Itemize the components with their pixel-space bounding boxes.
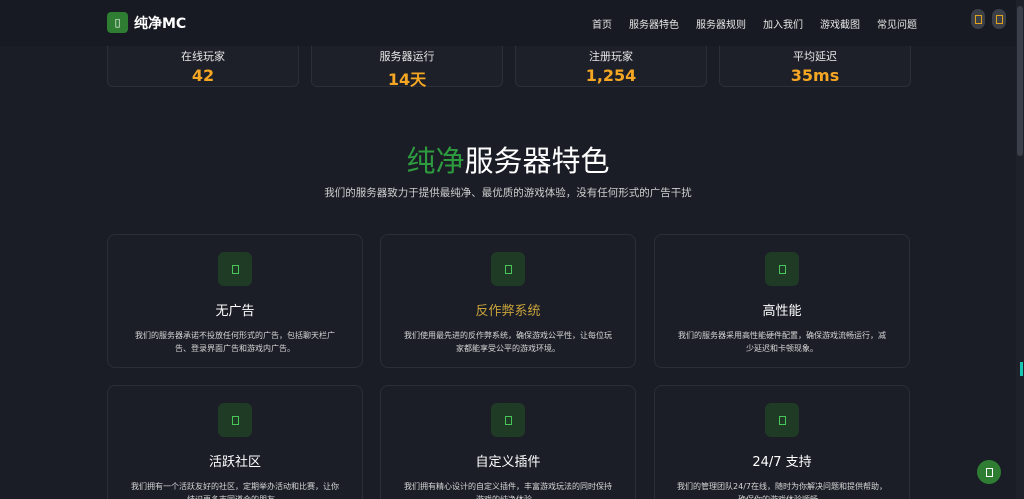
- stat-label: 服务器运行: [379, 50, 435, 63]
- feature-card-performance: 高性能 我们的服务器采用高性能硬件配置，确保游戏流畅运行，减少延迟和卡顿现象。: [654, 234, 910, 368]
- feature-card-community: 活跃社区 我们拥有一个活跃友好的社区，定期举办活动和比赛，让你结识更多志同道合的…: [107, 385, 363, 499]
- support-icon: [765, 403, 799, 437]
- feature-desc: 我们的服务器采用高性能硬件配置，确保游戏流畅运行，减少延迟和卡顿现象。: [678, 331, 886, 353]
- stat-label: 在线玩家: [181, 50, 225, 63]
- nav-link-rules[interactable]: 服务器规则: [696, 16, 746, 31]
- feature-desc: 我们的管理团队24/7在线，随时为你解决问题和提供帮助，确保你的游戏体验顺畅。: [677, 482, 887, 499]
- navbar: ▯ 纯净MC 首页 服务器特色 服务器规则 加入我们 游戏截图 常见问题: [0, 0, 1016, 46]
- stat-label: 平均延迟: [793, 50, 837, 63]
- feature-title: 无广告: [215, 304, 255, 319]
- feature-desc: 我们的服务器承诺不投放任何形式的广告，包括聊天栏广告、登录界面广告和游戏内广告。: [135, 331, 335, 353]
- stat-card-online: 在线玩家 42: [107, 46, 299, 87]
- back-to-top-icon: [985, 467, 993, 477]
- section-title-rest: 服务器特色: [464, 144, 610, 178]
- section-title: 纯净服务器特色: [0, 138, 1016, 180]
- nav-link-join[interactable]: 加入我们: [763, 16, 803, 31]
- feature-desc: 我们拥有一个活跃友好的社区，定期举办活动和比赛，让你结识更多志同道合的朋友。: [131, 482, 339, 499]
- nav-link-home[interactable]: 首页: [592, 16, 612, 31]
- feature-desc: 我们使用最先进的反作弊系统，确保游戏公平性，让每位玩家都能享受公平的游戏环境。: [404, 331, 612, 353]
- feature-title: 反作弊系统: [475, 304, 541, 319]
- brand-logo[interactable]: ▯ 纯净MC: [107, 12, 186, 33]
- stat-value: 35ms: [790, 66, 840, 85]
- language-icon[interactable]: [992, 9, 1006, 29]
- nav-link-screenshots[interactable]: 游戏截图: [820, 16, 860, 31]
- feature-card-no-ads: 无广告 我们的服务器承诺不投放任何形式的广告，包括聊天栏广告、登录界面广告和游戏…: [107, 234, 363, 368]
- stat-card-uptime: 服务器运行 14天: [311, 46, 503, 89]
- section-subtitle: 我们的服务器致力于提供最纯净、最优质的游戏体验，没有任何形式的广告干扰: [324, 187, 692, 199]
- back-to-top-button[interactable]: [977, 460, 1001, 484]
- feature-title: 活跃社区: [208, 455, 261, 470]
- scrollbar[interactable]: [1016, 0, 1024, 499]
- nav-link-faq[interactable]: 常见问题: [877, 16, 917, 31]
- speed-icon: [765, 252, 799, 286]
- feature-desc: 我们拥有精心设计的自定义插件，丰富游戏玩法的同时保持游戏的纯净体验。: [404, 482, 612, 499]
- theme-toggle-icon[interactable]: [971, 9, 985, 29]
- section-title-accent: 纯净: [406, 144, 465, 178]
- plugin-icon: [491, 403, 525, 437]
- scroll-marker: [1020, 362, 1023, 376]
- nav-links: 首页 服务器特色 服务器规则 加入我们 游戏截图 常见问题: [592, 16, 934, 31]
- minecraft-block-icon: ▯: [107, 12, 128, 33]
- stat-value: 42: [191, 66, 215, 85]
- feature-title: 高性能: [762, 304, 802, 319]
- page: ▯ 纯净MC 首页 服务器特色 服务器规则 加入我们 游戏截图 常见问题 在线玩…: [0, 0, 1016, 499]
- feature-card-plugins: 自定义插件 我们拥有精心设计的自定义插件，丰富游戏玩法的同时保持游戏的纯净体验。: [380, 385, 636, 499]
- stat-value: 14天: [387, 70, 427, 89]
- feature-card-support: 24/7 支持 我们的管理团队24/7在线，随时为你解决问题和提供帮助，确保你的…: [654, 385, 910, 499]
- nav-link-features[interactable]: 服务器特色: [629, 16, 679, 31]
- shield-icon: [491, 252, 525, 286]
- stat-value: 1,254: [585, 66, 637, 85]
- scrollbar-thumb[interactable]: [1017, 6, 1023, 156]
- feature-title: 24/7 支持: [752, 455, 812, 470]
- stat-card-latency: 平均延迟 35ms: [719, 46, 911, 87]
- feature-card-anticheat: 反作弊系统 我们使用最先进的反作弊系统，确保游戏公平性，让每位玩家都能享受公平的…: [380, 234, 636, 368]
- ban-ads-icon: [218, 252, 252, 286]
- stat-card-registered: 注册玩家 1,254: [515, 46, 707, 87]
- community-icon: [218, 403, 252, 437]
- brand-name: 纯净MC: [134, 15, 187, 32]
- stat-label: 注册玩家: [589, 50, 633, 63]
- feature-title: 自定义插件: [475, 455, 541, 470]
